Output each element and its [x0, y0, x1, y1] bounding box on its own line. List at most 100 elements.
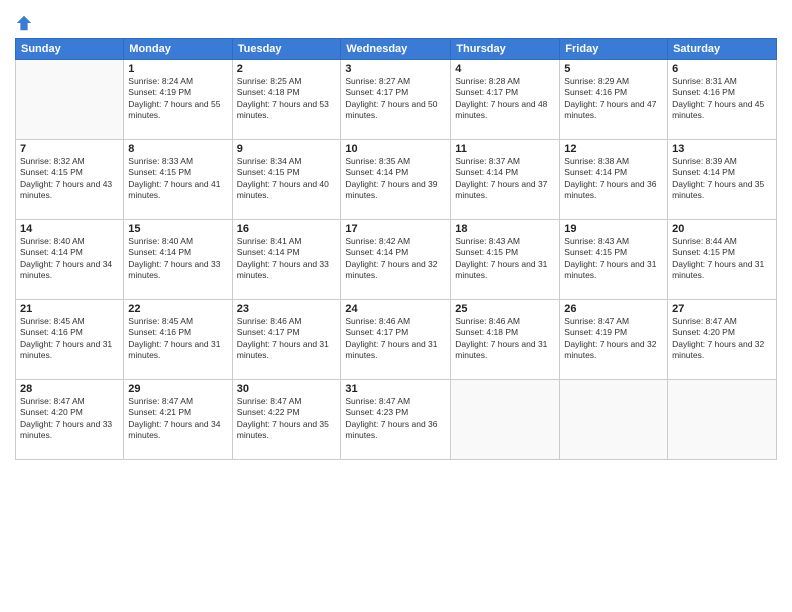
header-wednesday: Wednesday: [341, 39, 451, 60]
logo: [15, 14, 37, 32]
day-info: Sunrise: 8:33 AMSunset: 4:15 PMDaylight:…: [128, 156, 227, 202]
day-cell: 29Sunrise: 8:47 AMSunset: 4:21 PMDayligh…: [124, 380, 232, 460]
day-info: Sunrise: 8:45 AMSunset: 4:16 PMDaylight:…: [20, 316, 119, 362]
header-tuesday: Tuesday: [232, 39, 341, 60]
day-info: Sunrise: 8:42 AMSunset: 4:14 PMDaylight:…: [345, 236, 446, 282]
day-cell: [451, 380, 560, 460]
day-cell: [668, 380, 777, 460]
day-number: 17: [345, 223, 446, 235]
day-cell: 27Sunrise: 8:47 AMSunset: 4:20 PMDayligh…: [668, 300, 777, 380]
day-number: 4: [455, 63, 555, 75]
week-row-4: 21Sunrise: 8:45 AMSunset: 4:16 PMDayligh…: [16, 300, 777, 380]
day-cell: 16Sunrise: 8:41 AMSunset: 4:14 PMDayligh…: [232, 220, 341, 300]
day-number: 7: [20, 143, 119, 155]
day-cell: 26Sunrise: 8:47 AMSunset: 4:19 PMDayligh…: [560, 300, 668, 380]
day-number: 24: [345, 303, 446, 315]
header-saturday: Saturday: [668, 39, 777, 60]
day-cell: 8Sunrise: 8:33 AMSunset: 4:15 PMDaylight…: [124, 140, 232, 220]
day-info: Sunrise: 8:37 AMSunset: 4:14 PMDaylight:…: [455, 156, 555, 202]
day-number: 15: [128, 223, 227, 235]
day-number: 27: [672, 303, 772, 315]
day-cell: 3Sunrise: 8:27 AMSunset: 4:17 PMDaylight…: [341, 60, 451, 140]
day-number: 18: [455, 223, 555, 235]
day-number: 25: [455, 303, 555, 315]
day-cell: 31Sunrise: 8:47 AMSunset: 4:23 PMDayligh…: [341, 380, 451, 460]
day-info: Sunrise: 8:47 AMSunset: 4:22 PMDaylight:…: [237, 396, 337, 442]
day-number: 2: [237, 63, 337, 75]
day-cell: 4Sunrise: 8:28 AMSunset: 4:17 PMDaylight…: [451, 60, 560, 140]
day-number: 31: [345, 383, 446, 395]
day-info: Sunrise: 8:24 AMSunset: 4:19 PMDaylight:…: [128, 76, 227, 122]
day-number: 6: [672, 63, 772, 75]
day-info: Sunrise: 8:35 AMSunset: 4:14 PMDaylight:…: [345, 156, 446, 202]
day-info: Sunrise: 8:43 AMSunset: 4:15 PMDaylight:…: [564, 236, 663, 282]
day-cell: 10Sunrise: 8:35 AMSunset: 4:14 PMDayligh…: [341, 140, 451, 220]
day-info: Sunrise: 8:43 AMSunset: 4:15 PMDaylight:…: [455, 236, 555, 282]
day-cell: [560, 380, 668, 460]
day-info: Sunrise: 8:47 AMSunset: 4:19 PMDaylight:…: [564, 316, 663, 362]
day-info: Sunrise: 8:46 AMSunset: 4:17 PMDaylight:…: [237, 316, 337, 362]
day-cell: 13Sunrise: 8:39 AMSunset: 4:14 PMDayligh…: [668, 140, 777, 220]
day-cell: 14Sunrise: 8:40 AMSunset: 4:14 PMDayligh…: [16, 220, 124, 300]
day-cell: 25Sunrise: 8:46 AMSunset: 4:18 PMDayligh…: [451, 300, 560, 380]
day-info: Sunrise: 8:38 AMSunset: 4:14 PMDaylight:…: [564, 156, 663, 202]
header: [15, 10, 777, 32]
logo-icon: [15, 14, 33, 32]
day-number: 22: [128, 303, 227, 315]
day-number: 9: [237, 143, 337, 155]
day-info: Sunrise: 8:28 AMSunset: 4:17 PMDaylight:…: [455, 76, 555, 122]
day-number: 29: [128, 383, 227, 395]
day-number: 16: [237, 223, 337, 235]
day-number: 20: [672, 223, 772, 235]
week-row-1: 1Sunrise: 8:24 AMSunset: 4:19 PMDaylight…: [16, 60, 777, 140]
header-friday: Friday: [560, 39, 668, 60]
header-row: SundayMondayTuesdayWednesdayThursdayFrid…: [16, 39, 777, 60]
day-number: 21: [20, 303, 119, 315]
day-number: 1: [128, 63, 227, 75]
day-cell: [16, 60, 124, 140]
day-number: 19: [564, 223, 663, 235]
day-cell: 19Sunrise: 8:43 AMSunset: 4:15 PMDayligh…: [560, 220, 668, 300]
day-cell: 2Sunrise: 8:25 AMSunset: 4:18 PMDaylight…: [232, 60, 341, 140]
day-info: Sunrise: 8:45 AMSunset: 4:16 PMDaylight:…: [128, 316, 227, 362]
day-cell: 6Sunrise: 8:31 AMSunset: 4:16 PMDaylight…: [668, 60, 777, 140]
day-info: Sunrise: 8:31 AMSunset: 4:16 PMDaylight:…: [672, 76, 772, 122]
day-info: Sunrise: 8:27 AMSunset: 4:17 PMDaylight:…: [345, 76, 446, 122]
day-info: Sunrise: 8:25 AMSunset: 4:18 PMDaylight:…: [237, 76, 337, 122]
day-cell: 7Sunrise: 8:32 AMSunset: 4:15 PMDaylight…: [16, 140, 124, 220]
day-cell: 23Sunrise: 8:46 AMSunset: 4:17 PMDayligh…: [232, 300, 341, 380]
day-info: Sunrise: 8:46 AMSunset: 4:17 PMDaylight:…: [345, 316, 446, 362]
day-info: Sunrise: 8:44 AMSunset: 4:15 PMDaylight:…: [672, 236, 772, 282]
day-cell: 5Sunrise: 8:29 AMSunset: 4:16 PMDaylight…: [560, 60, 668, 140]
header-sunday: Sunday: [16, 39, 124, 60]
day-cell: 28Sunrise: 8:47 AMSunset: 4:20 PMDayligh…: [16, 380, 124, 460]
day-number: 12: [564, 143, 663, 155]
day-cell: 9Sunrise: 8:34 AMSunset: 4:15 PMDaylight…: [232, 140, 341, 220]
day-info: Sunrise: 8:40 AMSunset: 4:14 PMDaylight:…: [20, 236, 119, 282]
week-row-2: 7Sunrise: 8:32 AMSunset: 4:15 PMDaylight…: [16, 140, 777, 220]
day-cell: 17Sunrise: 8:42 AMSunset: 4:14 PMDayligh…: [341, 220, 451, 300]
day-info: Sunrise: 8:47 AMSunset: 4:20 PMDaylight:…: [20, 396, 119, 442]
day-info: Sunrise: 8:40 AMSunset: 4:14 PMDaylight:…: [128, 236, 227, 282]
day-number: 26: [564, 303, 663, 315]
day-info: Sunrise: 8:39 AMSunset: 4:14 PMDaylight:…: [672, 156, 772, 202]
day-info: Sunrise: 8:47 AMSunset: 4:21 PMDaylight:…: [128, 396, 227, 442]
day-number: 30: [237, 383, 337, 395]
day-number: 23: [237, 303, 337, 315]
calendar: SundayMondayTuesdayWednesdayThursdayFrid…: [15, 38, 777, 460]
day-cell: 20Sunrise: 8:44 AMSunset: 4:15 PMDayligh…: [668, 220, 777, 300]
day-cell: 11Sunrise: 8:37 AMSunset: 4:14 PMDayligh…: [451, 140, 560, 220]
day-number: 3: [345, 63, 446, 75]
header-monday: Monday: [124, 39, 232, 60]
day-cell: 1Sunrise: 8:24 AMSunset: 4:19 PMDaylight…: [124, 60, 232, 140]
day-info: Sunrise: 8:47 AMSunset: 4:23 PMDaylight:…: [345, 396, 446, 442]
day-number: 10: [345, 143, 446, 155]
day-number: 11: [455, 143, 555, 155]
day-info: Sunrise: 8:47 AMSunset: 4:20 PMDaylight:…: [672, 316, 772, 362]
day-info: Sunrise: 8:46 AMSunset: 4:18 PMDaylight:…: [455, 316, 555, 362]
day-info: Sunrise: 8:41 AMSunset: 4:14 PMDaylight:…: [237, 236, 337, 282]
week-row-3: 14Sunrise: 8:40 AMSunset: 4:14 PMDayligh…: [16, 220, 777, 300]
day-cell: 22Sunrise: 8:45 AMSunset: 4:16 PMDayligh…: [124, 300, 232, 380]
day-cell: 24Sunrise: 8:46 AMSunset: 4:17 PMDayligh…: [341, 300, 451, 380]
day-cell: 21Sunrise: 8:45 AMSunset: 4:16 PMDayligh…: [16, 300, 124, 380]
